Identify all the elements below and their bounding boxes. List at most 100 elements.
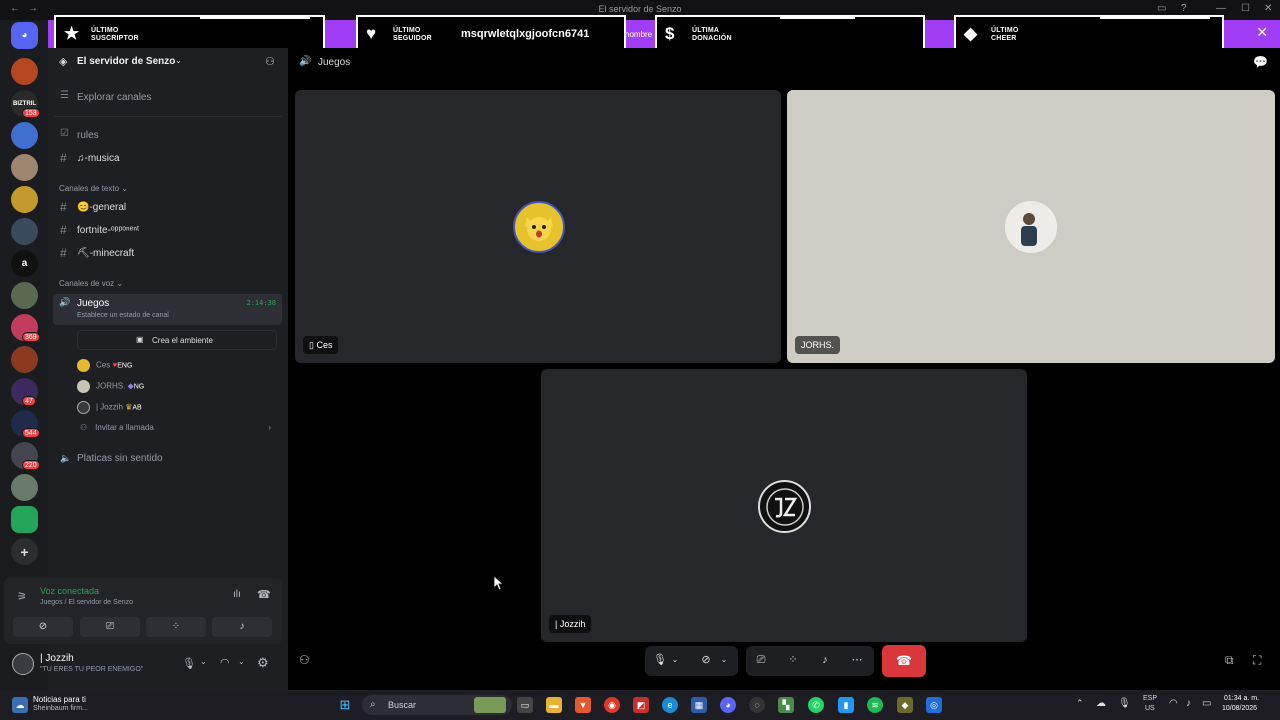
channel-status-hint[interactable]: Establece un estado de canal [77,312,169,319]
server-icon[interactable] [11,154,38,181]
discord-home-icon[interactable]: ◕ [11,22,38,49]
video-tile-jozzih[interactable]: | Jozzih [541,369,1027,642]
volume-icon[interactable]: ♪ [1186,698,1191,709]
app-icon[interactable]: ◎ [926,697,942,713]
voice-channel-juegos[interactable]: 🔊 Juegos 2:14:38 Establece un estado de … [53,294,282,325]
minimize-icon[interactable]: — [1216,3,1226,14]
windows-start-icon[interactable]: ⊞ [337,697,353,713]
app-icon[interactable]: ▚ [778,697,794,713]
battery-icon[interactable]: ▭ [1202,698,1211,709]
category-voice-channels[interactable]: Canales de voz ⌄ [59,279,123,288]
brave-browser-icon[interactable]: ▼ [575,697,591,713]
member-jorhs[interactable]: JORHS. ◆NG [77,380,144,393]
channel-label: ♫-musica [77,153,120,164]
app-icon[interactable]: ▮ [838,697,854,713]
amd-icon[interactable]: ◩ [633,697,649,713]
channel-general[interactable]: # 😊-general [48,198,288,218]
store-icon[interactable]: ▦ [691,697,707,713]
app-icon[interactable]: ◌ [749,697,765,713]
activities-button[interactable]: ⁘ [780,646,806,674]
avatar[interactable] [12,653,34,675]
video-tile-jorhs[interactable]: JORHS. [787,90,1275,363]
signal-icon[interactable]: ⚞ [17,590,27,603]
add-member-icon[interactable]: ⚇ [265,55,275,68]
soundboard-button[interactable]: ♪ [812,646,838,674]
explore-channels[interactable]: ☰ Explorar canales [48,88,288,108]
tile-name: | Jozzih [555,619,586,629]
video-off-button[interactable]: ⊘ [13,617,73,637]
invite-user-icon[interactable]: ⚇ [299,653,310,667]
server-icon[interactable] [11,346,38,373]
screen-share-button[interactable]: ⎚ [748,646,774,674]
channel-minecraft[interactable]: # ⛏-minecraft [48,244,288,264]
hang-up-button[interactable]: ☎ [882,645,926,677]
mic-options-button[interactable]: ⌄ [668,646,682,674]
whatsapp-icon[interactable]: ✆ [808,697,824,713]
camera-button[interactable]: ⊘ [693,646,719,674]
headphones-icon[interactable]: ◠ [220,656,230,669]
activities-button[interactable]: ⁘ [146,617,206,637]
edge-icon[interactable]: e [662,697,678,713]
channel-musica[interactable]: # ♫-musica [48,149,288,169]
task-view-icon[interactable]: ▭ [517,697,533,713]
popout-icon[interactable]: ⧉ [1225,653,1234,668]
voice-channel-platicas[interactable]: 🔈 Platicas sin sentido [48,449,288,469]
fullscreen-icon[interactable]: ⛶ [1253,653,1261,668]
rules-icon: ☑ [60,128,69,139]
spotify-icon[interactable]: ≋ [867,697,883,713]
news-title[interactable]: Noticias para ti [33,695,86,704]
server-icon[interactable] [11,186,38,213]
channel-fortnite[interactable]: # fortnite-ᵒᵖᵖᵒⁿᵉⁿᵗ [48,221,288,241]
add-server-icon[interactable]: + [11,538,38,565]
video-tile-ces[interactable]: ▯ Ces [295,90,781,363]
inbox-icon[interactable]: ▭ [1157,3,1166,14]
category-label: Canales de texto [59,184,120,193]
news-widget-icon[interactable]: ☁ [12,697,28,713]
server-icon[interactable] [11,122,38,149]
maximize-icon[interactable]: ☐ [1241,3,1250,14]
noise-suppression-icon[interactable]: ılı [233,589,241,600]
news-subtitle[interactable]: Sheinbaum firm... [33,705,88,712]
search-highlight-icon[interactable] [474,697,506,713]
close-icon[interactable]: ✕ [1256,24,1268,41]
server-header[interactable]: ◈ El servidor de Senzo ⌄ ⚇ [48,48,288,78]
chevron-down-icon[interactable]: ⌄ [200,657,207,666]
invite-to-call[interactable]: ⚇ Invitar a llamada › [77,423,277,437]
mic-tray-icon[interactable]: 🎙 [1118,698,1131,709]
discord-taskbar-icon[interactable]: ◕ [720,697,736,713]
chrome-icon[interactable]: ◉ [604,697,620,713]
ambient-button[interactable]: ▣ Crea el ambiente [77,330,277,350]
chat-bubble-icon[interactable]: 💬 [1253,55,1268,69]
screen-share-button[interactable]: ⎚ [80,617,140,637]
more-options-button[interactable]: ⋯ [844,646,870,674]
close-window-icon[interactable]: ✕ [1264,3,1272,14]
member-jozzih[interactable]: | Jozzih ♛AB [77,401,142,414]
app-icon[interactable]: ◆ [897,697,913,713]
channel-rules[interactable]: ☑ rules [48,126,288,146]
server-icon[interactable] [11,474,38,501]
category-text-channels[interactable]: Canales de texto ⌄ [59,184,128,193]
wifi-icon[interactable]: ◠ [1169,698,1178,709]
server-icon[interactable] [11,218,38,245]
soundboard-button[interactable]: ♪ [212,617,272,637]
camera-options-button[interactable]: ⌄ [717,646,731,674]
member-ces[interactable]: Ces ♥ENG [77,359,132,372]
clock-time[interactable]: 01:34 a. m. [1224,695,1259,702]
server-icon[interactable]: a [11,250,38,277]
server-icon[interactable] [11,506,38,533]
region-indicator[interactable]: US [1145,705,1155,712]
disconnect-icon[interactable]: ☎ [257,588,271,601]
server-icon[interactable] [11,282,38,309]
settings-gear-icon[interactable]: ⚙ [257,655,269,671]
microphone-icon[interactable]: 🎙 [182,657,196,670]
tray-chevron-icon[interactable]: ⌃ [1076,698,1084,709]
cloud-tray-icon[interactable]: ☁ [1096,698,1106,709]
language-indicator[interactable]: ESP [1143,695,1157,702]
help-icon[interactable]: ? [1181,3,1187,14]
hash-icon: # [60,223,67,237]
server-icon[interactable] [11,58,38,85]
file-explorer-icon[interactable]: ▬ [546,697,562,713]
voice-location[interactable]: Juegos / El servidor de Senzo [40,599,133,606]
clock-date[interactable]: 10/08/2026 [1222,705,1257,712]
chevron-down-icon[interactable]: ⌄ [238,657,245,666]
